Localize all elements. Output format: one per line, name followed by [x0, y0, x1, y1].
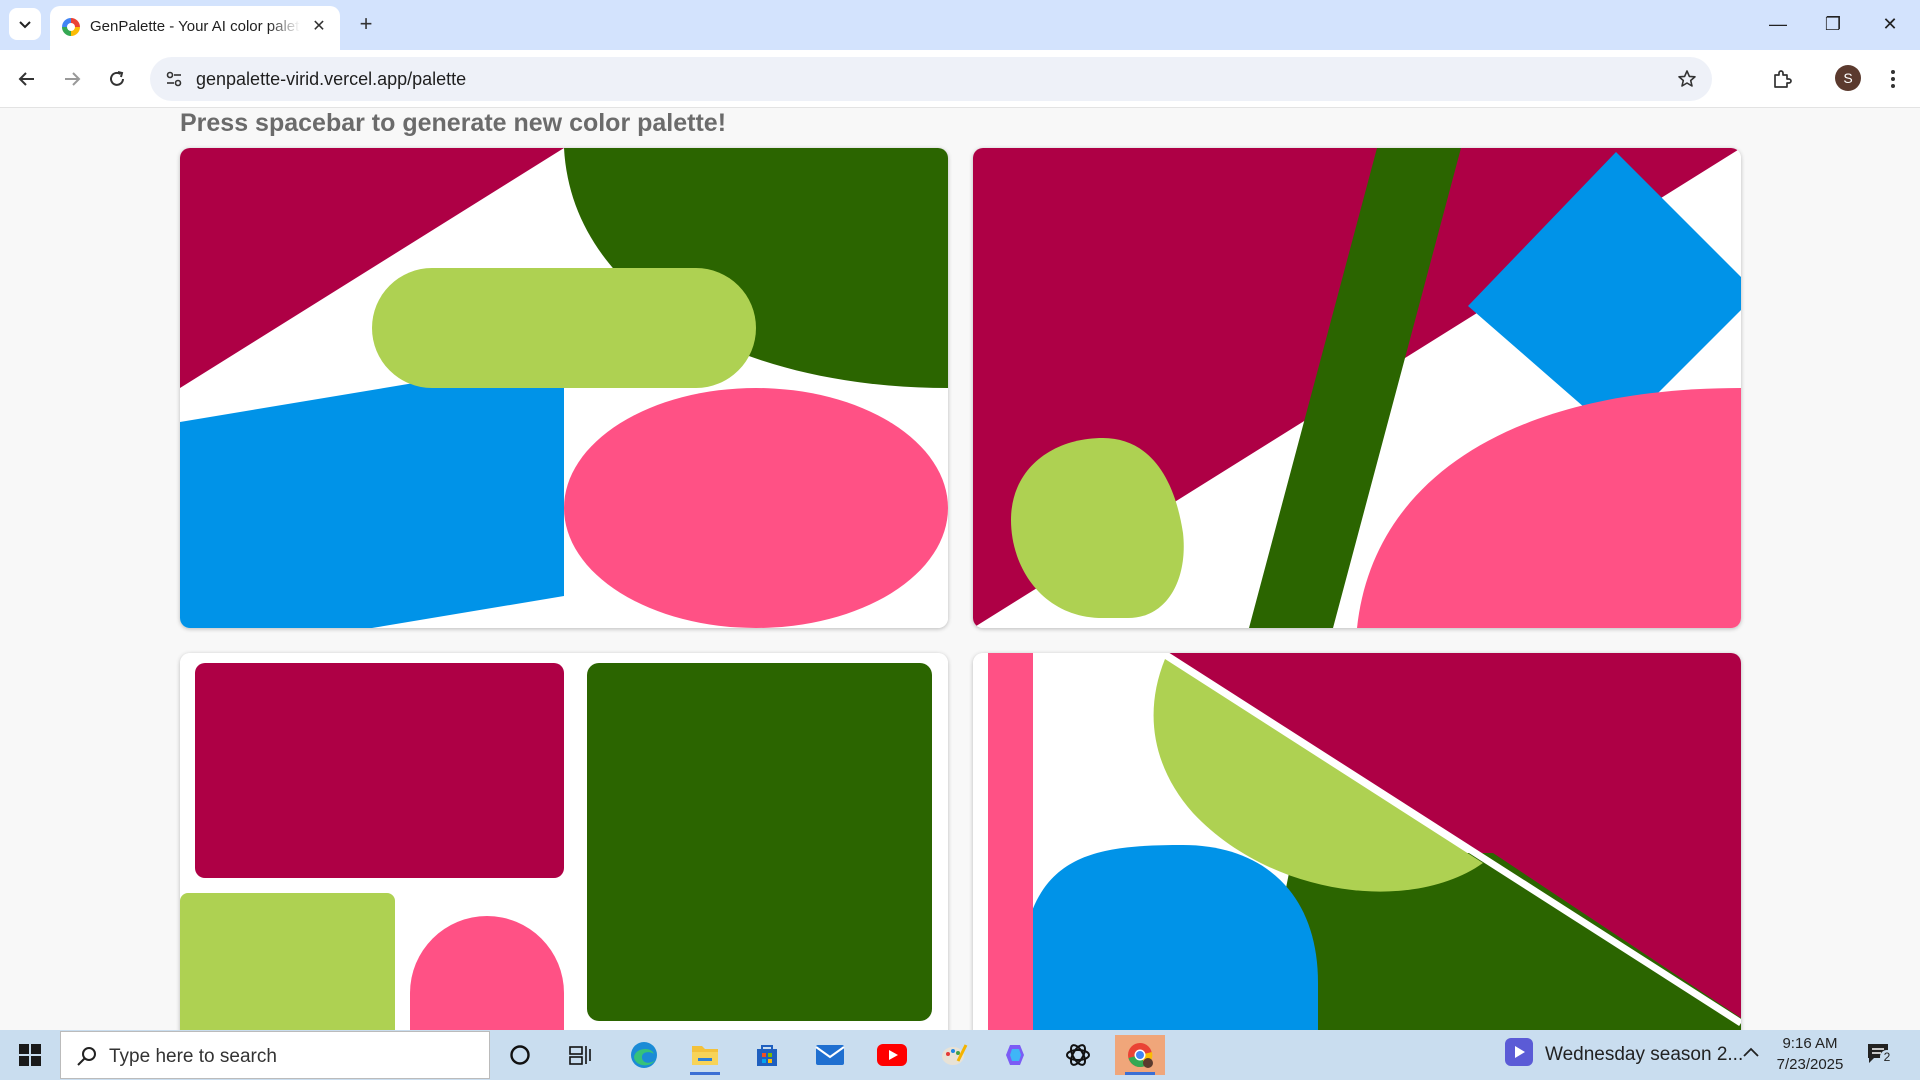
- edge-icon[interactable]: [619, 1035, 669, 1075]
- puzzle-icon: [1774, 70, 1792, 88]
- windows-logo-icon: [19, 1044, 41, 1066]
- palette-preview-card-2[interactable]: [973, 148, 1741, 628]
- browser-tab[interactable]: GenPalette - Your AI color palette gener…: [50, 6, 340, 50]
- extensions-button[interactable]: [1765, 62, 1799, 96]
- green-rect-shape: [587, 663, 932, 1021]
- cortana-icon[interactable]: [495, 1035, 545, 1075]
- file-explorer-icon[interactable]: [680, 1035, 730, 1075]
- address-bar[interactable]: genpalette-virid.vercel.app/palette: [150, 57, 1712, 101]
- arrow-left-icon: [18, 72, 34, 86]
- palette-illustration-4: [973, 653, 1741, 1030]
- lime-rect-shape: [180, 893, 395, 1030]
- store-icon[interactable]: [742, 1035, 792, 1075]
- start-button[interactable]: [0, 1030, 60, 1080]
- task-view-icon[interactable]: [555, 1035, 605, 1075]
- clock-time: 9:16 AM: [1782, 1035, 1838, 1052]
- kebab-menu-icon: [1891, 70, 1895, 88]
- palette-illustration-3: [180, 653, 948, 1030]
- palette-preview-card-4[interactable]: [973, 653, 1741, 1030]
- page-content: Press spacebar to generate new color pal…: [0, 109, 1920, 1030]
- media-widget-text[interactable]: Wednesday season 2...: [1545, 1044, 1743, 1066]
- profile-avatar[interactable]: S: [1835, 65, 1861, 91]
- blue-polygon-shape: [180, 382, 564, 628]
- tab-strip: GenPalette - Your AI color palette gener…: [0, 0, 1920, 50]
- chrome-icon[interactable]: [1115, 1035, 1165, 1075]
- taskbar-search-box[interactable]: Type here to search: [60, 1031, 490, 1079]
- search-icon: [77, 1047, 96, 1066]
- restore-button[interactable]: ❐: [1813, 8, 1853, 40]
- windows-taskbar: Type here to search Wednesday season 2..…: [0, 1030, 1920, 1080]
- close-window-button[interactable]: ✕: [1870, 8, 1910, 40]
- chatgpt-icon[interactable]: [1053, 1035, 1103, 1075]
- tab-title: GenPalette - Your AI color palette gener…: [90, 18, 300, 35]
- palette-preview-card-3[interactable]: [180, 653, 948, 1030]
- active-app-indicator: [1125, 1072, 1155, 1075]
- browser-menu-button[interactable]: [1878, 62, 1908, 96]
- new-tab-button[interactable]: +: [352, 10, 380, 38]
- reload-button[interactable]: [100, 62, 134, 96]
- clock-date: 7/23/2025: [1776, 1056, 1844, 1073]
- system-clock[interactable]: 9:16 AM 7/23/2025: [1770, 1033, 1850, 1075]
- palette-illustration-2: [973, 148, 1741, 628]
- browser-toolbar: genpalette-virid.vercel.app/palette S: [0, 50, 1920, 108]
- notification-center-icon[interactable]: 2: [1866, 1042, 1894, 1066]
- chevron-down-icon: [19, 21, 31, 29]
- back-button[interactable]: [10, 62, 44, 96]
- palette-preview-card-1[interactable]: [180, 148, 948, 628]
- paint-icon[interactable]: [929, 1035, 979, 1075]
- search-placeholder: Type here to search: [109, 1046, 277, 1067]
- pink-bar-shape: [988, 653, 1033, 1030]
- minimize-button[interactable]: —: [1758, 8, 1798, 40]
- copilot-icon[interactable]: [991, 1035, 1041, 1075]
- tab-search-button[interactable]: [9, 8, 41, 40]
- palette-illustration-1: [180, 148, 948, 628]
- forward-button[interactable]: [55, 62, 89, 96]
- page-headline: Press spacebar to generate new color pal…: [180, 109, 727, 137]
- pink-ellipse-shape: [564, 388, 948, 628]
- active-app-indicator: [690, 1072, 720, 1075]
- tab-close-icon[interactable]: ✕: [308, 16, 330, 38]
- chevron-up-icon[interactable]: [1742, 1042, 1760, 1063]
- reload-icon: [110, 71, 124, 86]
- notification-count: 2: [1880, 1050, 1894, 1064]
- magenta-rect-shape: [195, 663, 564, 878]
- url-text[interactable]: genpalette-virid.vercel.app/palette: [196, 69, 466, 90]
- mail-icon[interactable]: [805, 1035, 855, 1075]
- youtube-icon[interactable]: [867, 1035, 917, 1075]
- arrow-right-icon: [65, 72, 81, 86]
- media-video-icon[interactable]: [1505, 1038, 1533, 1066]
- bookmark-star-icon[interactable]: [1674, 66, 1700, 92]
- genpalette-favicon-icon: [62, 18, 80, 36]
- lime-pill-shape: [372, 268, 756, 388]
- site-info-icon[interactable]: [162, 67, 186, 91]
